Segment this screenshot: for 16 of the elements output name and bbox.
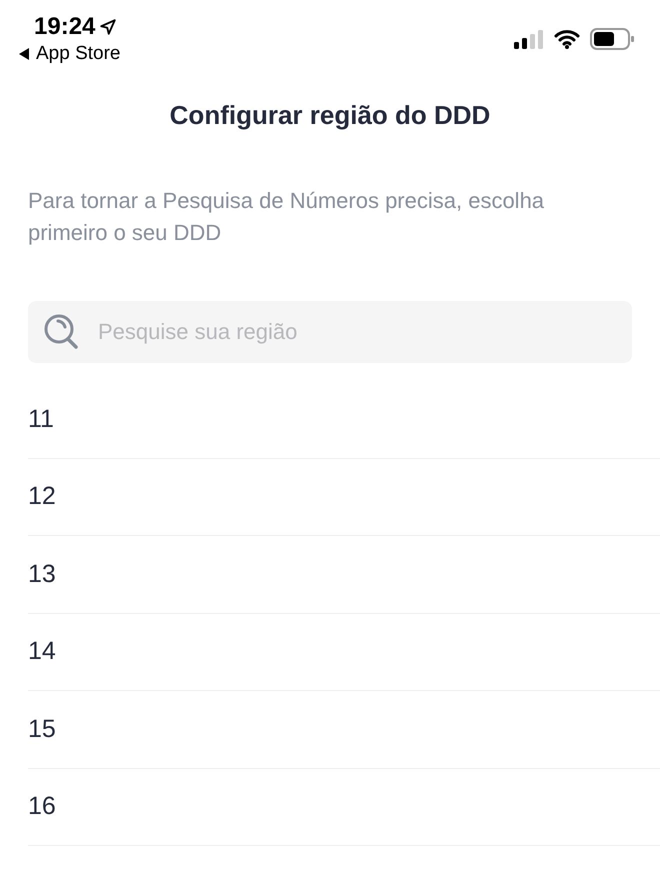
area-code-item[interactable]: 15 <box>28 710 56 748</box>
location-arrow-icon <box>99 18 118 36</box>
area-code-item[interactable]: 11 <box>28 400 54 438</box>
area-code-item[interactable]: 16 <box>28 788 56 826</box>
description-text: Para tornar a Pesquisa de Números precisa, escolha primeiro o seu DDD <box>28 187 546 247</box>
area-code-item[interactable]: 14 <box>28 633 56 670</box>
wifi-icon <box>554 29 580 49</box>
status-time: 19:24 <box>34 12 96 42</box>
back-triangle-icon <box>18 48 30 60</box>
signal-icon <box>514 29 544 49</box>
battery-icon <box>590 28 634 50</box>
page-title: Configurar região do DDD <box>168 99 492 132</box>
area-code-item[interactable]: 13 <box>28 556 56 593</box>
search-field[interactable]: Pesquise sua região <box>28 301 632 363</box>
back-link[interactable]: App Store <box>18 42 120 66</box>
area-code-item[interactable]: 12 <box>28 478 56 516</box>
